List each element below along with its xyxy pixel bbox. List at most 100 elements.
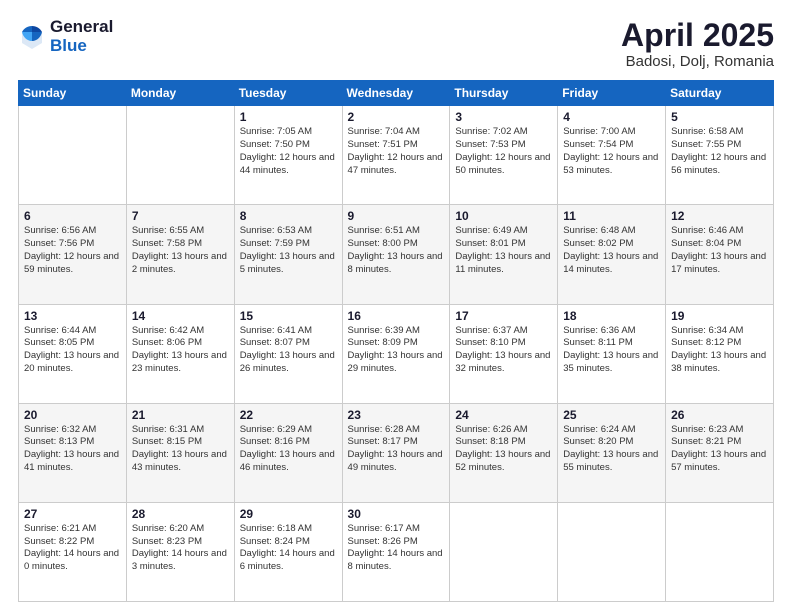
calendar-cell bbox=[558, 502, 666, 601]
day-number: 20 bbox=[24, 408, 121, 422]
day-info: Sunrise: 6:37 AM Sunset: 8:10 PM Dayligh… bbox=[455, 325, 552, 376]
day-info: Sunrise: 6:32 AM Sunset: 8:13 PM Dayligh… bbox=[24, 424, 121, 475]
day-info: Sunrise: 6:51 AM Sunset: 8:00 PM Dayligh… bbox=[348, 225, 445, 276]
day-number: 11 bbox=[563, 209, 660, 223]
day-info: Sunrise: 7:04 AM Sunset: 7:51 PM Dayligh… bbox=[348, 126, 445, 177]
calendar-cell: 21 Sunrise: 6:31 AM Sunset: 8:15 PM Dayli… bbox=[126, 403, 234, 502]
calendar-cell: 24 Sunrise: 6:26 AM Sunset: 8:18 PM Dayli… bbox=[450, 403, 558, 502]
day-number: 12 bbox=[671, 209, 768, 223]
day-info: Sunrise: 6:26 AM Sunset: 8:18 PM Dayligh… bbox=[455, 424, 552, 475]
day-number: 26 bbox=[671, 408, 768, 422]
calendar-week-row: 6Sunrise: 6:56 AM Sunset: 7:56 PM Daylig… bbox=[19, 205, 774, 304]
day-info: Sunrise: 6:48 AM Sunset: 8:02 PM Dayligh… bbox=[563, 225, 660, 276]
day-info: Sunrise: 6:53 AM Sunset: 7:59 PM Dayligh… bbox=[240, 225, 337, 276]
calendar-cell: 22Sunrise: 6:29 AM Sunset: 8:16 PM Dayli… bbox=[234, 403, 342, 502]
day-info: Sunrise: 6:23 AM Sunset: 8:21 PM Dayligh… bbox=[671, 424, 768, 475]
calendar-header-sunday: Sunday bbox=[19, 81, 127, 106]
calendar-cell: 11 Sunrise: 6:48 AM Sunset: 8:02 PM Dayli… bbox=[558, 205, 666, 304]
day-info: Sunrise: 6:49 AM Sunset: 8:01 PM Dayligh… bbox=[455, 225, 552, 276]
day-number: 8 bbox=[240, 209, 337, 223]
calendar-header-monday: Monday bbox=[126, 81, 234, 106]
day-number: 2 bbox=[348, 110, 445, 124]
calendar-week-row: 27 Sunrise: 6:21 AM Sunset: 8:22 PM Dayli… bbox=[19, 502, 774, 601]
day-info: Sunrise: 6:20 AM Sunset: 8:23 PM Dayligh… bbox=[132, 523, 229, 574]
calendar-cell: 17 Sunrise: 6:37 AM Sunset: 8:10 PM Dayli… bbox=[450, 304, 558, 403]
calendar-cell bbox=[450, 502, 558, 601]
day-number: 10 bbox=[455, 209, 552, 223]
day-info: Sunrise: 6:29 AM Sunset: 8:16 PM Dayligh… bbox=[240, 424, 337, 475]
day-info: Sunrise: 6:34 AM Sunset: 8:12 PM Dayligh… bbox=[671, 325, 768, 376]
day-info: Sunrise: 7:00 AM Sunset: 7:54 PM Dayligh… bbox=[563, 126, 660, 177]
calendar-cell: 9 Sunrise: 6:51 AM Sunset: 8:00 PM Daylig… bbox=[342, 205, 450, 304]
calendar-cell: 18Sunrise: 6:36 AM Sunset: 8:11 PM Dayli… bbox=[558, 304, 666, 403]
day-number: 21 bbox=[132, 408, 229, 422]
calendar-cell: 23 Sunrise: 6:28 AM Sunset: 8:17 PM Dayli… bbox=[342, 403, 450, 502]
day-info: Sunrise: 7:02 AM Sunset: 7:53 PM Dayligh… bbox=[455, 126, 552, 177]
month-title: April 2025 bbox=[621, 18, 774, 53]
day-info: Sunrise: 6:39 AM Sunset: 8:09 PM Dayligh… bbox=[348, 325, 445, 376]
day-number: 4 bbox=[563, 110, 660, 124]
logo: General Blue bbox=[18, 18, 113, 55]
calendar-cell bbox=[19, 106, 127, 205]
calendar-cell: 28 Sunrise: 6:20 AM Sunset: 8:23 PM Dayli… bbox=[126, 502, 234, 601]
day-number: 30 bbox=[348, 507, 445, 521]
calendar-cell: 8 Sunrise: 6:53 AM Sunset: 7:59 PM Daylig… bbox=[234, 205, 342, 304]
day-info: Sunrise: 6:24 AM Sunset: 8:20 PM Dayligh… bbox=[563, 424, 660, 475]
logo-icon bbox=[18, 23, 46, 51]
header: General Blue April 2025 Badosi, Dolj, Ro… bbox=[18, 18, 774, 70]
day-info: Sunrise: 6:17 AM Sunset: 8:26 PM Dayligh… bbox=[348, 523, 445, 574]
day-number: 14 bbox=[132, 309, 229, 323]
day-info: Sunrise: 6:41 AM Sunset: 8:07 PM Dayligh… bbox=[240, 325, 337, 376]
day-number: 28 bbox=[132, 507, 229, 521]
calendar-cell: 10 Sunrise: 6:49 AM Sunset: 8:01 PM Dayli… bbox=[450, 205, 558, 304]
day-info: Sunrise: 6:28 AM Sunset: 8:17 PM Dayligh… bbox=[348, 424, 445, 475]
day-number: 25 bbox=[563, 408, 660, 422]
day-info: Sunrise: 6:42 AM Sunset: 8:06 PM Dayligh… bbox=[132, 325, 229, 376]
calendar-cell: 15 Sunrise: 6:41 AM Sunset: 8:07 PM Dayli… bbox=[234, 304, 342, 403]
day-number: 1 bbox=[240, 110, 337, 124]
calendar-cell: 13Sunrise: 6:44 AM Sunset: 8:05 PM Dayli… bbox=[19, 304, 127, 403]
title-section: April 2025 Badosi, Dolj, Romania bbox=[621, 18, 774, 70]
day-number: 5 bbox=[671, 110, 768, 124]
day-number: 27 bbox=[24, 507, 121, 521]
calendar-cell: 19 Sunrise: 6:34 AM Sunset: 8:12 PM Dayli… bbox=[666, 304, 774, 403]
day-number: 17 bbox=[455, 309, 552, 323]
day-number: 19 bbox=[671, 309, 768, 323]
calendar-header-row: SundayMondayTuesdayWednesdayThursdayFrid… bbox=[19, 81, 774, 106]
day-info: Sunrise: 6:31 AM Sunset: 8:15 PM Dayligh… bbox=[132, 424, 229, 475]
calendar-header-friday: Friday bbox=[558, 81, 666, 106]
calendar-week-row: 1Sunrise: 7:05 AM Sunset: 7:50 PM Daylig… bbox=[19, 106, 774, 205]
calendar-header-thursday: Thursday bbox=[450, 81, 558, 106]
day-info: Sunrise: 6:21 AM Sunset: 8:22 PM Dayligh… bbox=[24, 523, 121, 574]
day-number: 3 bbox=[455, 110, 552, 124]
calendar-cell: 7Sunrise: 6:55 AM Sunset: 7:58 PM Daylig… bbox=[126, 205, 234, 304]
day-info: Sunrise: 6:18 AM Sunset: 8:24 PM Dayligh… bbox=[240, 523, 337, 574]
calendar-cell: 27 Sunrise: 6:21 AM Sunset: 8:22 PM Dayli… bbox=[19, 502, 127, 601]
day-number: 15 bbox=[240, 309, 337, 323]
calendar-cell bbox=[666, 502, 774, 601]
day-number: 23 bbox=[348, 408, 445, 422]
day-info: Sunrise: 6:44 AM Sunset: 8:05 PM Dayligh… bbox=[24, 325, 121, 376]
calendar-cell: 25 Sunrise: 6:24 AM Sunset: 8:20 PM Dayli… bbox=[558, 403, 666, 502]
day-info: Sunrise: 6:55 AM Sunset: 7:58 PM Dayligh… bbox=[132, 225, 229, 276]
page: General Blue April 2025 Badosi, Dolj, Ro… bbox=[0, 0, 792, 612]
day-number: 24 bbox=[455, 408, 552, 422]
calendar-cell: 5Sunrise: 6:58 AM Sunset: 7:55 PM Daylig… bbox=[666, 106, 774, 205]
calendar-cell: 6Sunrise: 6:56 AM Sunset: 7:56 PM Daylig… bbox=[19, 205, 127, 304]
location: Badosi, Dolj, Romania bbox=[621, 53, 774, 70]
calendar-week-row: 20 Sunrise: 6:32 AM Sunset: 8:13 PM Dayli… bbox=[19, 403, 774, 502]
calendar-cell: 20 Sunrise: 6:32 AM Sunset: 8:13 PM Dayli… bbox=[19, 403, 127, 502]
logo-text: General Blue bbox=[50, 18, 113, 55]
day-number: 18 bbox=[563, 309, 660, 323]
day-info: Sunrise: 6:56 AM Sunset: 7:56 PM Dayligh… bbox=[24, 225, 121, 276]
calendar-header-saturday: Saturday bbox=[666, 81, 774, 106]
calendar-cell: 2 Sunrise: 7:04 AM Sunset: 7:51 PM Daylig… bbox=[342, 106, 450, 205]
calendar-header-wednesday: Wednesday bbox=[342, 81, 450, 106]
logo-blue: Blue bbox=[50, 37, 113, 56]
calendar-cell: 26 Sunrise: 6:23 AM Sunset: 8:21 PM Dayli… bbox=[666, 403, 774, 502]
day-info: Sunrise: 6:46 AM Sunset: 8:04 PM Dayligh… bbox=[671, 225, 768, 276]
day-number: 29 bbox=[240, 507, 337, 521]
day-number: 9 bbox=[348, 209, 445, 223]
calendar-cell: 14 Sunrise: 6:42 AM Sunset: 8:06 PM Dayli… bbox=[126, 304, 234, 403]
calendar-cell bbox=[126, 106, 234, 205]
